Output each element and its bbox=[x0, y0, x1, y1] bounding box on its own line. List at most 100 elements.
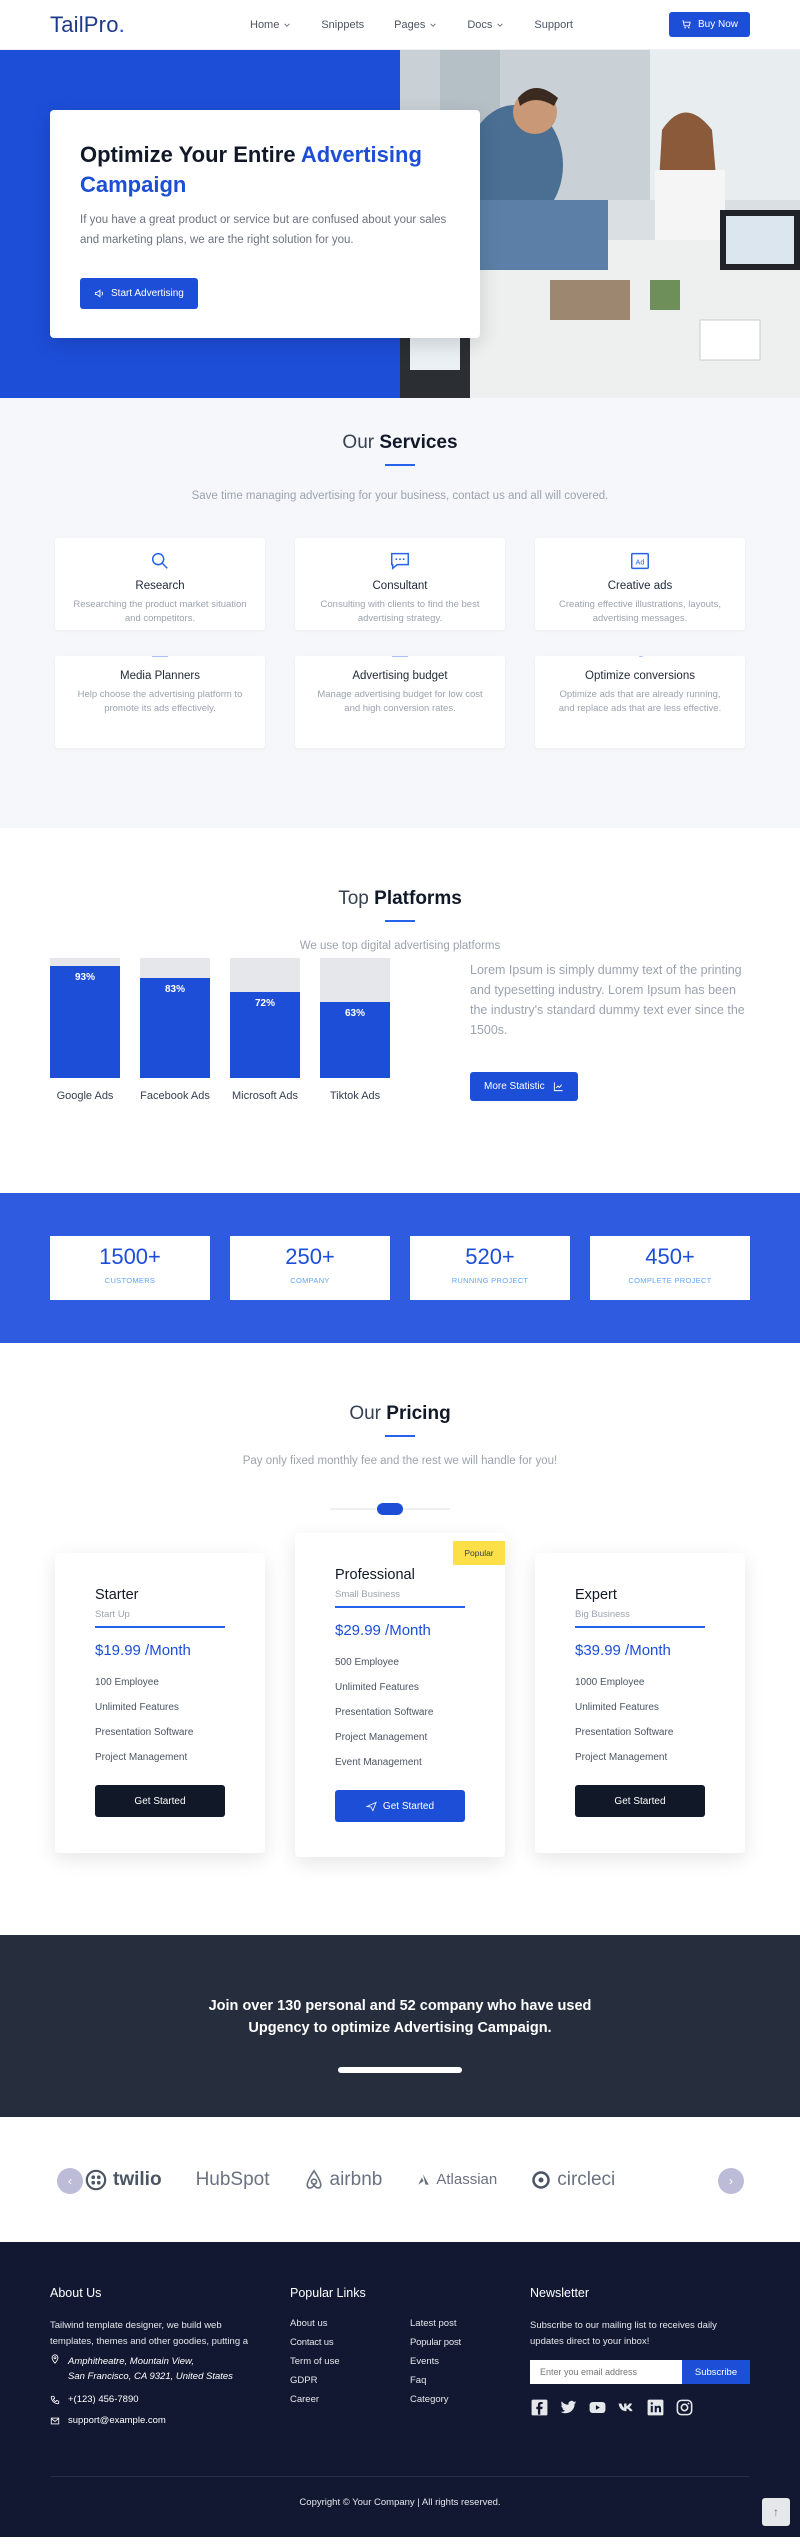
service-title: Creative ads bbox=[607, 580, 673, 592]
footer-link[interactable]: Category bbox=[410, 2394, 530, 2405]
atlassian-mark-icon bbox=[418, 2173, 430, 2185]
plan-feature: 500 Employee bbox=[335, 1657, 399, 1668]
footer-links: Popular Links About us Latest post Conta… bbox=[290, 2286, 530, 2405]
footer-email[interactable]: support@example.com bbox=[50, 2415, 265, 2426]
planner-icon bbox=[151, 656, 169, 657]
platforms-title: Top Platforms bbox=[338, 888, 462, 909]
plan-feature: Project Management bbox=[575, 1752, 668, 1763]
service-desc: Creating effective illustrations, layout… bbox=[559, 599, 721, 624]
hero-card: Optimize Your Entire Advertising Campaig… bbox=[50, 110, 480, 338]
megaphone-icon bbox=[94, 289, 103, 298]
main-menu: Home Snippets Pages Docs Support bbox=[250, 19, 669, 31]
footer-links-list: About us Latest post Contact us Popular … bbox=[290, 2318, 530, 2405]
plan-feature: Presentation Software bbox=[95, 1727, 194, 1738]
plan-card-starter: Starter Start Up $19.99 /Month 100 Emplo… bbox=[55, 1553, 265, 1853]
svg-text:Ad: Ad bbox=[636, 558, 645, 567]
footer-phone[interactable]: +(123) 456-7890 bbox=[50, 2394, 265, 2405]
service-card-optimize-conversions[interactable]: Optimize conversions Optimize ads that a… bbox=[535, 656, 745, 748]
get-started-button[interactable]: Get Started bbox=[95, 1785, 225, 1817]
bar-track: 93% bbox=[50, 958, 120, 1078]
footer-link[interactable]: Latest post bbox=[410, 2318, 530, 2329]
menu-item-home[interactable]: Home bbox=[250, 19, 291, 31]
bar-value-label: 72% bbox=[254, 998, 275, 1009]
linkedin-icon[interactable] bbox=[646, 2398, 665, 2417]
youtube-icon[interactable] bbox=[588, 2398, 607, 2417]
footer-about: About Us Tailwind template designer, we … bbox=[50, 2286, 265, 2426]
plan-feature: Project Management bbox=[95, 1752, 188, 1763]
footer-link[interactable]: Events bbox=[410, 2356, 530, 2367]
vk-icon[interactable] bbox=[617, 2398, 636, 2417]
plan-subtitle: Start Up bbox=[95, 1609, 130, 1620]
carousel-prev-button[interactable]: ‹ bbox=[57, 2168, 83, 2194]
plan-price: $29.99 /Month bbox=[335, 1622, 431, 1639]
buy-now-button[interactable]: Buy Now bbox=[668, 12, 750, 37]
platforms-section: Top Platforms We use top digital adverti… bbox=[0, 828, 800, 1193]
menu-item-snippets[interactable]: Snippets bbox=[321, 19, 364, 31]
subscribe-button[interactable]: Subscribe bbox=[682, 2360, 750, 2384]
services-title: Our Services bbox=[342, 432, 458, 453]
join-cta-button[interactable] bbox=[338, 2067, 462, 2073]
facebook-icon[interactable] bbox=[530, 2398, 549, 2417]
service-card-research[interactable]: Research Researching the product market … bbox=[55, 538, 265, 630]
plan-feature: Presentation Software bbox=[335, 1707, 434, 1718]
platforms-content: 93% Google Ads 83% Facebook Ads 72% Microsoft… bbox=[0, 958, 800, 1138]
title-divider bbox=[385, 464, 415, 466]
service-title: Media Planners bbox=[120, 670, 200, 682]
footer-link[interactable]: GDPR bbox=[290, 2375, 410, 2386]
plan-feature: 100 Employee bbox=[95, 1677, 159, 1688]
ad-icon: Ad bbox=[631, 552, 649, 570]
twitter-icon[interactable] bbox=[559, 2398, 578, 2417]
copyright-text: Copyright © Your Company | All rights re… bbox=[299, 2497, 501, 2508]
newsletter-text: Subscribe to our mailing list to receive… bbox=[530, 2320, 717, 2347]
bar-track: 72% bbox=[230, 958, 300, 1078]
footer-link[interactable]: Term of use bbox=[290, 2356, 410, 2367]
more-statistic-button[interactable]: More Statistic bbox=[470, 1072, 578, 1101]
service-card-consultant[interactable]: Consultant Consulting with clients to fi… bbox=[295, 538, 505, 630]
budget-icon bbox=[391, 656, 409, 657]
newsletter-form: Subscribe bbox=[530, 2360, 750, 2384]
airbnb-mark-icon bbox=[305, 2168, 322, 2189]
footer-link[interactable]: About us bbox=[290, 2318, 410, 2329]
footer-link[interactable]: Popular post bbox=[410, 2337, 530, 2348]
service-title: Advertising budget bbox=[352, 670, 448, 682]
menu-item-docs[interactable]: Docs bbox=[467, 19, 504, 31]
footer-link[interactable]: Career bbox=[290, 2394, 410, 2405]
bar-track: 63% bbox=[320, 958, 390, 1078]
menu-item-support[interactable]: Support bbox=[534, 19, 573, 31]
start-advertising-button[interactable]: Start Advertising bbox=[80, 278, 198, 309]
bar-category-label: Facebook Ads bbox=[140, 1090, 210, 1102]
service-card-creative-ads[interactable]: Ad Creative ads Creating effective illus… bbox=[535, 538, 745, 630]
billing-toggle[interactable] bbox=[330, 1503, 450, 1515]
get-started-button[interactable]: Get Started bbox=[335, 1790, 465, 1822]
mail-icon bbox=[50, 2417, 60, 2424]
chart-line-icon bbox=[553, 1082, 563, 1092]
toggle-knob[interactable] bbox=[377, 1503, 403, 1515]
platform-bar-chart: 93% Google Ads 83% Facebook Ads 72% Microsoft… bbox=[50, 958, 410, 1138]
carousel-next-button[interactable]: › bbox=[718, 2168, 744, 2194]
brand-logo[interactable]: TailPro. bbox=[50, 12, 210, 38]
instagram-icon[interactable] bbox=[675, 2398, 694, 2417]
plan-feature: 1000 Employee bbox=[575, 1677, 645, 1688]
hero-title: Optimize Your Entire Advertising Campaig… bbox=[80, 142, 422, 197]
title-divider bbox=[385, 1435, 415, 1437]
plan-features: 500 Employee Unlimited Features Presenta… bbox=[335, 1657, 465, 1768]
counter-complete-project: 450+ COMPLETE PROJECT bbox=[590, 1236, 750, 1300]
service-card-advertising-budget[interactable]: Advertising budget Manage advertising bu… bbox=[295, 656, 505, 748]
service-desc: Researching the product market situation… bbox=[73, 599, 247, 624]
join-text: Join over 130 personal and 52 company wh… bbox=[208, 1998, 592, 2036]
service-card-media-planners[interactable]: Media Planners Help choose the advertisi… bbox=[55, 656, 265, 748]
get-started-button[interactable]: Get Started bbox=[575, 1785, 705, 1817]
counters-section: 1500+ CUSTOMERS 250+ COMPANY 520+ RUNNING P… bbox=[0, 1193, 800, 1343]
newsletter-email-input[interactable] bbox=[530, 2360, 682, 2384]
footer-link[interactable]: Faq bbox=[410, 2375, 530, 2386]
counter-running-project: 520+ RUNNING PROJECT bbox=[410, 1236, 570, 1300]
service-title: Optimize conversions bbox=[585, 670, 695, 682]
footer-divider bbox=[50, 2476, 750, 2477]
back-to-top-button[interactable]: ↑ bbox=[762, 2498, 790, 2526]
plan-name: Starter bbox=[95, 1587, 139, 1603]
footer-about-heading: About Us bbox=[50, 2286, 102, 2300]
footer-link[interactable]: Contact us bbox=[290, 2337, 410, 2348]
menu-item-pages[interactable]: Pages bbox=[394, 19, 437, 31]
phone-icon bbox=[50, 2395, 60, 2404]
plan-feature: Unlimited Features bbox=[575, 1702, 659, 1713]
